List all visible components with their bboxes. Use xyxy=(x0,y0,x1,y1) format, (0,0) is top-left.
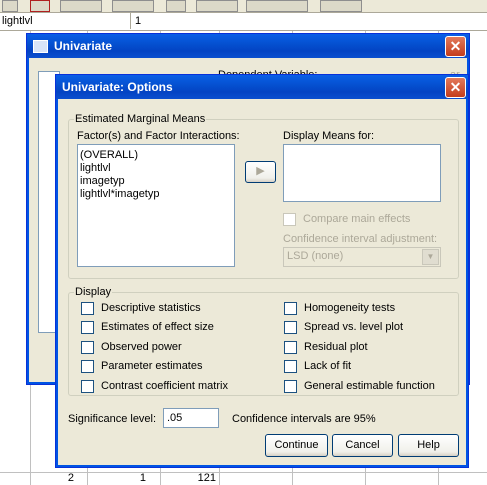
parameter-estimates-checkbox[interactable]: Parameter estimates xyxy=(81,359,202,373)
homogeneity-tests-checkbox[interactable]: Homogeneity tests xyxy=(284,301,395,315)
goto-icon[interactable] xyxy=(112,0,154,12)
significance-level-label: Significance level: xyxy=(68,413,157,425)
list-item[interactable]: lightlvl xyxy=(78,162,234,175)
help-button[interactable]: Help xyxy=(398,434,459,457)
cell-value-input[interactable]: 1 xyxy=(131,13,141,29)
display-means-label: Display Means for: xyxy=(283,130,375,142)
checkbox-label: Contrast coefficient matrix xyxy=(101,380,228,392)
options-dialog: Univariate: Options ✕ Estimated Marginal… xyxy=(55,74,469,468)
residual-plot-checkbox[interactable]: Residual plot xyxy=(284,340,368,354)
checkbox-label: Descriptive statistics xyxy=(101,302,201,314)
options-title-bar[interactable]: Univariate: Options xyxy=(56,75,468,99)
grid-cell[interactable]: 1 xyxy=(98,472,146,484)
emm-group-label: Estimated Marginal Means xyxy=(75,113,206,125)
display-group-label: Display xyxy=(75,286,112,298)
options-title: Univariate: Options xyxy=(62,80,173,94)
window-icon xyxy=(33,40,48,54)
observed-power-checkbox[interactable]: Observed power xyxy=(81,340,182,354)
checkbox-box[interactable] xyxy=(81,301,94,315)
checkbox-label: Spread vs. level plot xyxy=(304,321,404,333)
move-arrow-button[interactable]: ▶ xyxy=(245,161,276,183)
checkbox-box[interactable] xyxy=(81,359,94,373)
ci-adjustment-label: Confidence interval adjustment: xyxy=(283,233,438,245)
factors-list[interactable]: (OVERALL) lightlvl imagetyp lightlvl*ima… xyxy=(77,144,235,267)
checkbox-label: Lack of fit xyxy=(304,360,352,372)
significance-level-value: .05 xyxy=(167,412,183,424)
ci-adjustment-select[interactable]: LSD (none) ▼ xyxy=(283,247,441,267)
univariate-title-bar[interactable]: Univariate xyxy=(27,34,469,58)
lack-of-fit-checkbox[interactable]: Lack of fit xyxy=(284,359,351,373)
ci-text: Confidence intervals are 95% xyxy=(232,413,376,425)
split-weight-icon[interactable] xyxy=(246,0,308,12)
value-labels-icon[interactable] xyxy=(320,0,362,12)
checkbox-box[interactable] xyxy=(81,340,94,354)
checkbox-label: Observed power xyxy=(101,341,182,353)
checkbox-box[interactable] xyxy=(284,320,297,334)
effect-size-checkbox[interactable]: Estimates of effect size xyxy=(81,320,214,334)
general-estimable-function-checkbox[interactable]: General estimable function xyxy=(284,379,435,393)
display-means-list[interactable] xyxy=(283,144,441,202)
univariate-title: Univariate xyxy=(54,39,113,53)
insert-icon[interactable] xyxy=(196,0,238,12)
checkbox-box[interactable] xyxy=(81,379,94,393)
continue-button[interactable]: Continue xyxy=(265,434,328,457)
open-icon[interactable] xyxy=(2,0,18,12)
checkbox-label: Parameter estimates xyxy=(101,360,203,372)
checkbox-box[interactable] xyxy=(81,320,94,334)
grid-cell[interactable]: 121 xyxy=(170,472,216,484)
checkbox-label: Homogeneity tests xyxy=(304,302,396,314)
factors-label: Factor(s) and Factor Interactions: xyxy=(77,130,240,142)
spread-level-plot-checkbox[interactable]: Spread vs. level plot xyxy=(284,320,403,334)
save-icon[interactable] xyxy=(30,0,50,12)
checkbox-label: Estimates of effect size xyxy=(101,321,214,333)
grid-cell[interactable]: 2 xyxy=(40,472,74,484)
ci-adjustment-value: LSD (none) xyxy=(287,250,344,262)
checkbox-label: General estimable function xyxy=(304,380,435,392)
compare-main-effects-checkbox[interactable]: Compare main effects xyxy=(283,212,410,226)
checkbox-box[interactable] xyxy=(284,301,297,315)
list-item[interactable]: imagetyp xyxy=(78,175,234,188)
find-icon[interactable] xyxy=(166,0,186,12)
checkbox-label: Residual plot xyxy=(304,341,368,353)
list-item[interactable]: (OVERALL) xyxy=(78,149,234,162)
close-icon[interactable]: ✕ xyxy=(445,77,466,98)
right-arrow-icon: ▶ xyxy=(256,165,265,177)
close-icon[interactable]: ✕ xyxy=(445,36,466,57)
cell-name: lightlvl xyxy=(0,13,131,29)
undo-redo-icon[interactable] xyxy=(60,0,102,12)
descriptive-statistics-checkbox[interactable]: Descriptive statistics xyxy=(81,301,201,315)
checkbox-box[interactable] xyxy=(283,212,296,226)
significance-level-input[interactable]: .05 xyxy=(163,408,219,428)
toolbar xyxy=(0,0,487,13)
checkbox-box[interactable] xyxy=(284,379,297,393)
compare-main-effects-label: Compare main effects xyxy=(303,213,411,225)
checkbox-box[interactable] xyxy=(284,340,297,354)
checkbox-box[interactable] xyxy=(284,359,297,373)
cancel-button[interactable]: Cancel xyxy=(332,434,393,457)
chevron-down-icon[interactable]: ▼ xyxy=(422,249,439,265)
list-item[interactable]: lightlvl*imagetyp xyxy=(78,188,234,201)
contrast-matrix-checkbox[interactable]: Contrast coefficient matrix xyxy=(81,379,228,393)
